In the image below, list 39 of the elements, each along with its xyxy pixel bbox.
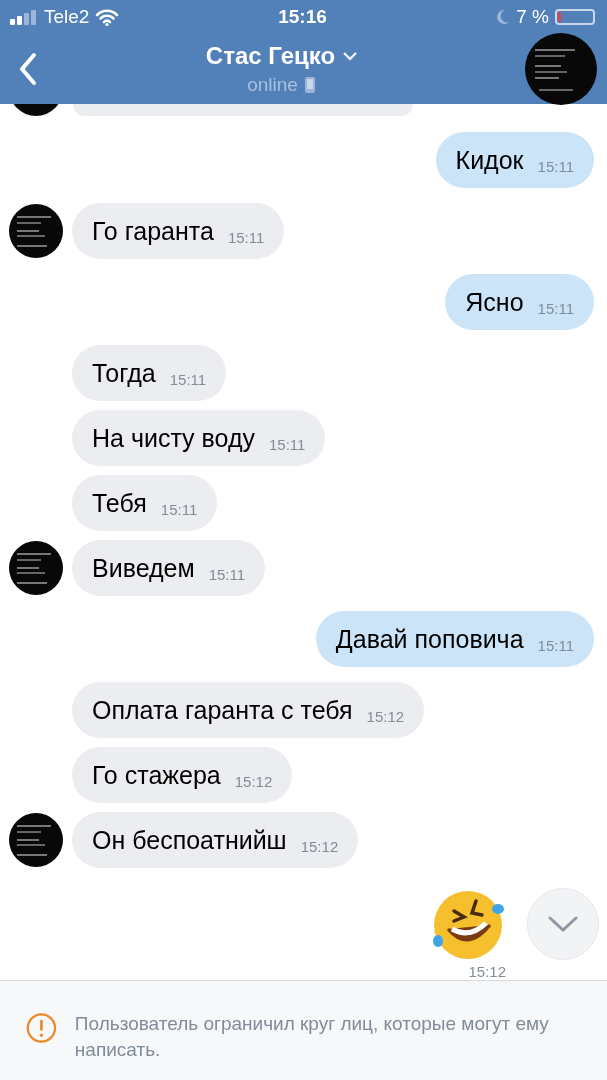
- message-time: 15:11: [537, 157, 574, 175]
- message-time: 15:11: [269, 435, 306, 453]
- notice-text: Пользователь ограничил круг лиц, которые могут ему написать.: [74, 1012, 550, 1062]
- message-text: Он беспоатнийш: [92, 825, 287, 855]
- chat-title[interactable]: Стас Гецко: [205, 42, 336, 70]
- carrier-name: Tele2: [44, 6, 90, 28]
- message-time: 15:12: [234, 772, 273, 790]
- warning-icon: [26, 1011, 57, 1045]
- message-time: 15:11: [160, 500, 198, 518]
- message-text: На чисту воду: [92, 423, 255, 453]
- wifi-icon: [95, 8, 120, 26]
- laughing-emoji-icon: [430, 889, 506, 961]
- message-text: Го гаранта: [92, 216, 214, 246]
- online-status: online: [247, 74, 298, 96]
- phone-icon: [303, 76, 316, 94]
- message-time: 15:11: [169, 370, 207, 388]
- moon-icon: [496, 9, 511, 25]
- message-text: Ясно: [465, 287, 524, 317]
- message-time: 15:11: [537, 636, 574, 654]
- chevron-down-icon: [548, 916, 578, 932]
- message-text: Давай поповича: [335, 624, 524, 654]
- battery-icon: [555, 9, 595, 25]
- message-time: 15:12: [468, 963, 506, 980]
- message-time: 15:11: [208, 565, 246, 583]
- signal-icon: [10, 9, 38, 25]
- message-text: Тебя: [92, 488, 147, 518]
- message-text: Кидок: [455, 145, 524, 175]
- message-time: 15:11: [227, 228, 265, 246]
- message-text: Оплата гаранта с тебя: [92, 695, 353, 725]
- back-icon[interactable]: [18, 52, 38, 86]
- message-text: Тогда: [92, 358, 156, 388]
- message-time: 15:12: [366, 707, 405, 725]
- message-time: 15:12: [300, 837, 339, 855]
- status-time: 15:16: [278, 6, 327, 28]
- chevron-down-icon[interactable]: [343, 51, 358, 61]
- message-text: Го стажера: [92, 760, 221, 790]
- battery-percent: 7 %: [516, 6, 549, 28]
- message-text: Виведем: [92, 553, 195, 583]
- message-time: 15:11: [537, 299, 574, 317]
